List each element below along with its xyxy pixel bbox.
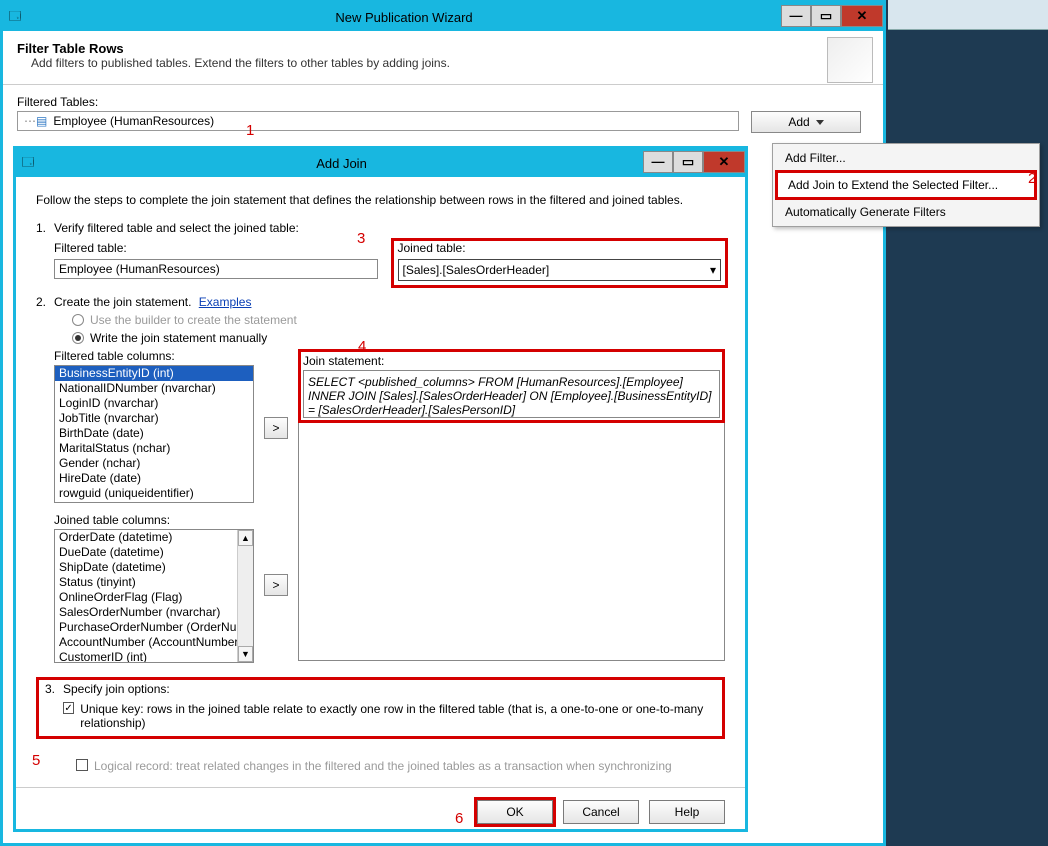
list-item[interactable]: PurchaseOrderNumber (OrderNum	[55, 620, 253, 635]
unique-key-checkbox[interactable]	[63, 702, 74, 714]
chevron-down-icon	[816, 120, 824, 125]
maximize-button[interactable]: ▭	[811, 5, 841, 27]
list-item[interactable]: OnlineOrderFlag (Flag)	[55, 590, 253, 605]
background-strip	[888, 0, 1048, 30]
step1-label: Verify filtered table and select the joi…	[54, 221, 725, 235]
add-join-dialog: 🗔 Add Join — ▭ ✕ Follow the steps to com…	[13, 146, 748, 832]
unique-key-label: Unique key: rows in the joined table rel…	[80, 702, 716, 730]
wizard-icon-small: 🗔	[3, 7, 27, 28]
step2-label: Create the join statement.	[54, 295, 191, 309]
list-item[interactable]: rowguid (uniqueidentifier)	[55, 486, 253, 501]
dialog-close-button[interactable]: ✕	[703, 151, 745, 173]
radio-builder-label: Use the builder to create the statement	[90, 313, 297, 327]
list-item[interactable]: Gender (nchar)	[55, 456, 253, 471]
cancel-button[interactable]: Cancel	[563, 800, 639, 824]
annotation-1: 1	[246, 122, 254, 139]
list-item[interactable]: JobTitle (nvarchar)	[55, 411, 253, 426]
add-button[interactable]: Add	[751, 111, 861, 133]
joined-table-value: [Sales].[SalesOrderHeader]	[403, 263, 550, 277]
help-button-label: Help	[675, 805, 700, 819]
list-item[interactable]: BirthDate (date)	[55, 426, 253, 441]
list-item[interactable]: OrderDate (datetime)	[55, 530, 253, 545]
logical-record-label: Logical record: treat related changes in…	[94, 759, 672, 773]
step3-label: Specify join options:	[63, 682, 170, 696]
wizard-titlebar: 🗔 New Publication Wizard — ▭ ✕	[3, 3, 883, 31]
joined-table-select[interactable]: [Sales].[SalesOrderHeader] ▾	[398, 259, 722, 281]
join-stmt-area-extension[interactable]	[298, 423, 725, 661]
move-right-button-2[interactable]: >	[264, 574, 288, 596]
annotation-6: 6	[455, 810, 463, 827]
filtered-tables-label: Filtered Tables:	[17, 95, 869, 109]
menu-add-join[interactable]: Add Join to Extend the Selected Filter..…	[775, 170, 1037, 200]
joined-table-label: Joined table:	[398, 241, 722, 255]
step1-num: 1.	[36, 221, 54, 285]
tree-connector-icon: ⋯	[24, 114, 36, 128]
filtered-table-label: Filtered table:	[54, 241, 378, 255]
join-stmt-text: SELECT <published_columns> FROM [HumanRe…	[308, 375, 711, 417]
join-stmt-textarea[interactable]: SELECT <published_columns> FROM [HumanRe…	[303, 370, 720, 418]
annotation-5: 5	[32, 752, 40, 769]
examples-link[interactable]: Examples	[199, 295, 252, 309]
move-right-button-1[interactable]: >	[264, 417, 288, 439]
annotation-4: 4	[358, 338, 366, 355]
dialog-intro: Follow the steps to complete the join st…	[36, 193, 725, 207]
radio-manual[interactable]	[72, 332, 84, 344]
logical-record-checkbox	[76, 759, 88, 771]
joined-cols-label: Joined table columns:	[54, 513, 254, 527]
help-button[interactable]: Help	[649, 800, 725, 824]
close-button[interactable]: ✕	[841, 5, 883, 27]
menu-add-filter[interactable]: Add Filter...	[775, 146, 1037, 170]
tree-item-label: Employee (HumanResources)	[53, 114, 214, 128]
list-item[interactable]: LoginID (nvarchar)	[55, 396, 253, 411]
list-item[interactable]: SalesOrderNumber (nvarchar)	[55, 605, 253, 620]
table-icon: ▤	[36, 114, 47, 128]
add-context-menu: Add Filter... Add Join to Extend the Sel…	[772, 143, 1040, 227]
ok-button-label: OK	[506, 805, 523, 819]
scroll-up-icon[interactable]: ▲	[238, 530, 253, 546]
list-item[interactable]: BusinessEntityID (int)	[55, 366, 253, 381]
annotation-2: 2	[1028, 170, 1036, 187]
wizard-header-sub: Add filters to published tables. Extend …	[31, 56, 869, 70]
ok-button[interactable]: OK	[477, 800, 553, 824]
radio-builder	[72, 314, 84, 326]
radio-manual-label: Write the join statement manually	[90, 331, 267, 345]
filtered-cols-list[interactable]: BusinessEntityID (int) NationalIDNumber …	[54, 365, 254, 503]
joined-cols-list[interactable]: OrderDate (datetime) DueDate (datetime) …	[54, 529, 254, 663]
filtered-tables-tree[interactable]: ⋯ ▤ Employee (HumanResources)	[17, 111, 739, 131]
step2-num: 2.	[36, 295, 54, 663]
wizard-header-title: Filter Table Rows	[17, 41, 869, 56]
filtered-cols-label: Filtered table columns:	[54, 349, 254, 363]
list-item[interactable]: ShipDate (datetime)	[55, 560, 253, 575]
scrollbar[interactable]: ▲ ▼	[237, 530, 253, 662]
cancel-button-label: Cancel	[582, 805, 619, 819]
list-item[interactable]: HireDate (date)	[55, 471, 253, 486]
wizard-graphic-icon	[827, 37, 873, 83]
annotation-3: 3	[357, 230, 365, 247]
wizard-header: Filter Table Rows Add filters to publish…	[3, 31, 883, 85]
wizard-title: New Publication Wizard	[27, 10, 781, 25]
list-item[interactable]: MaritalStatus (nchar)	[55, 441, 253, 456]
list-item[interactable]: CustomerID (int)	[55, 650, 253, 663]
list-item[interactable]: DueDate (datetime)	[55, 545, 253, 560]
list-item[interactable]: NationalIDNumber (nvarchar)	[55, 381, 253, 396]
dialog-titlebar: 🗔 Add Join — ▭ ✕	[16, 149, 745, 177]
list-item[interactable]: AccountNumber (AccountNumber)	[55, 635, 253, 650]
filtered-table-field[interactable]	[54, 259, 378, 279]
list-item[interactable]: Status (tinyint)	[55, 575, 253, 590]
dialog-minimize-button[interactable]: —	[643, 151, 673, 173]
chevron-down-icon: ▾	[710, 263, 716, 277]
dialog-maximize-button[interactable]: ▭	[673, 151, 703, 173]
join-stmt-label: Join statement:	[303, 354, 720, 368]
dialog-icon: 🗔	[16, 153, 40, 174]
dialog-title: Add Join	[40, 156, 643, 171]
step3-num: 3.	[45, 682, 63, 696]
menu-auto-generate[interactable]: Automatically Generate Filters	[775, 200, 1037, 224]
add-button-label: Add	[788, 115, 809, 129]
scroll-down-icon[interactable]: ▼	[238, 646, 253, 662]
minimize-button[interactable]: —	[781, 5, 811, 27]
